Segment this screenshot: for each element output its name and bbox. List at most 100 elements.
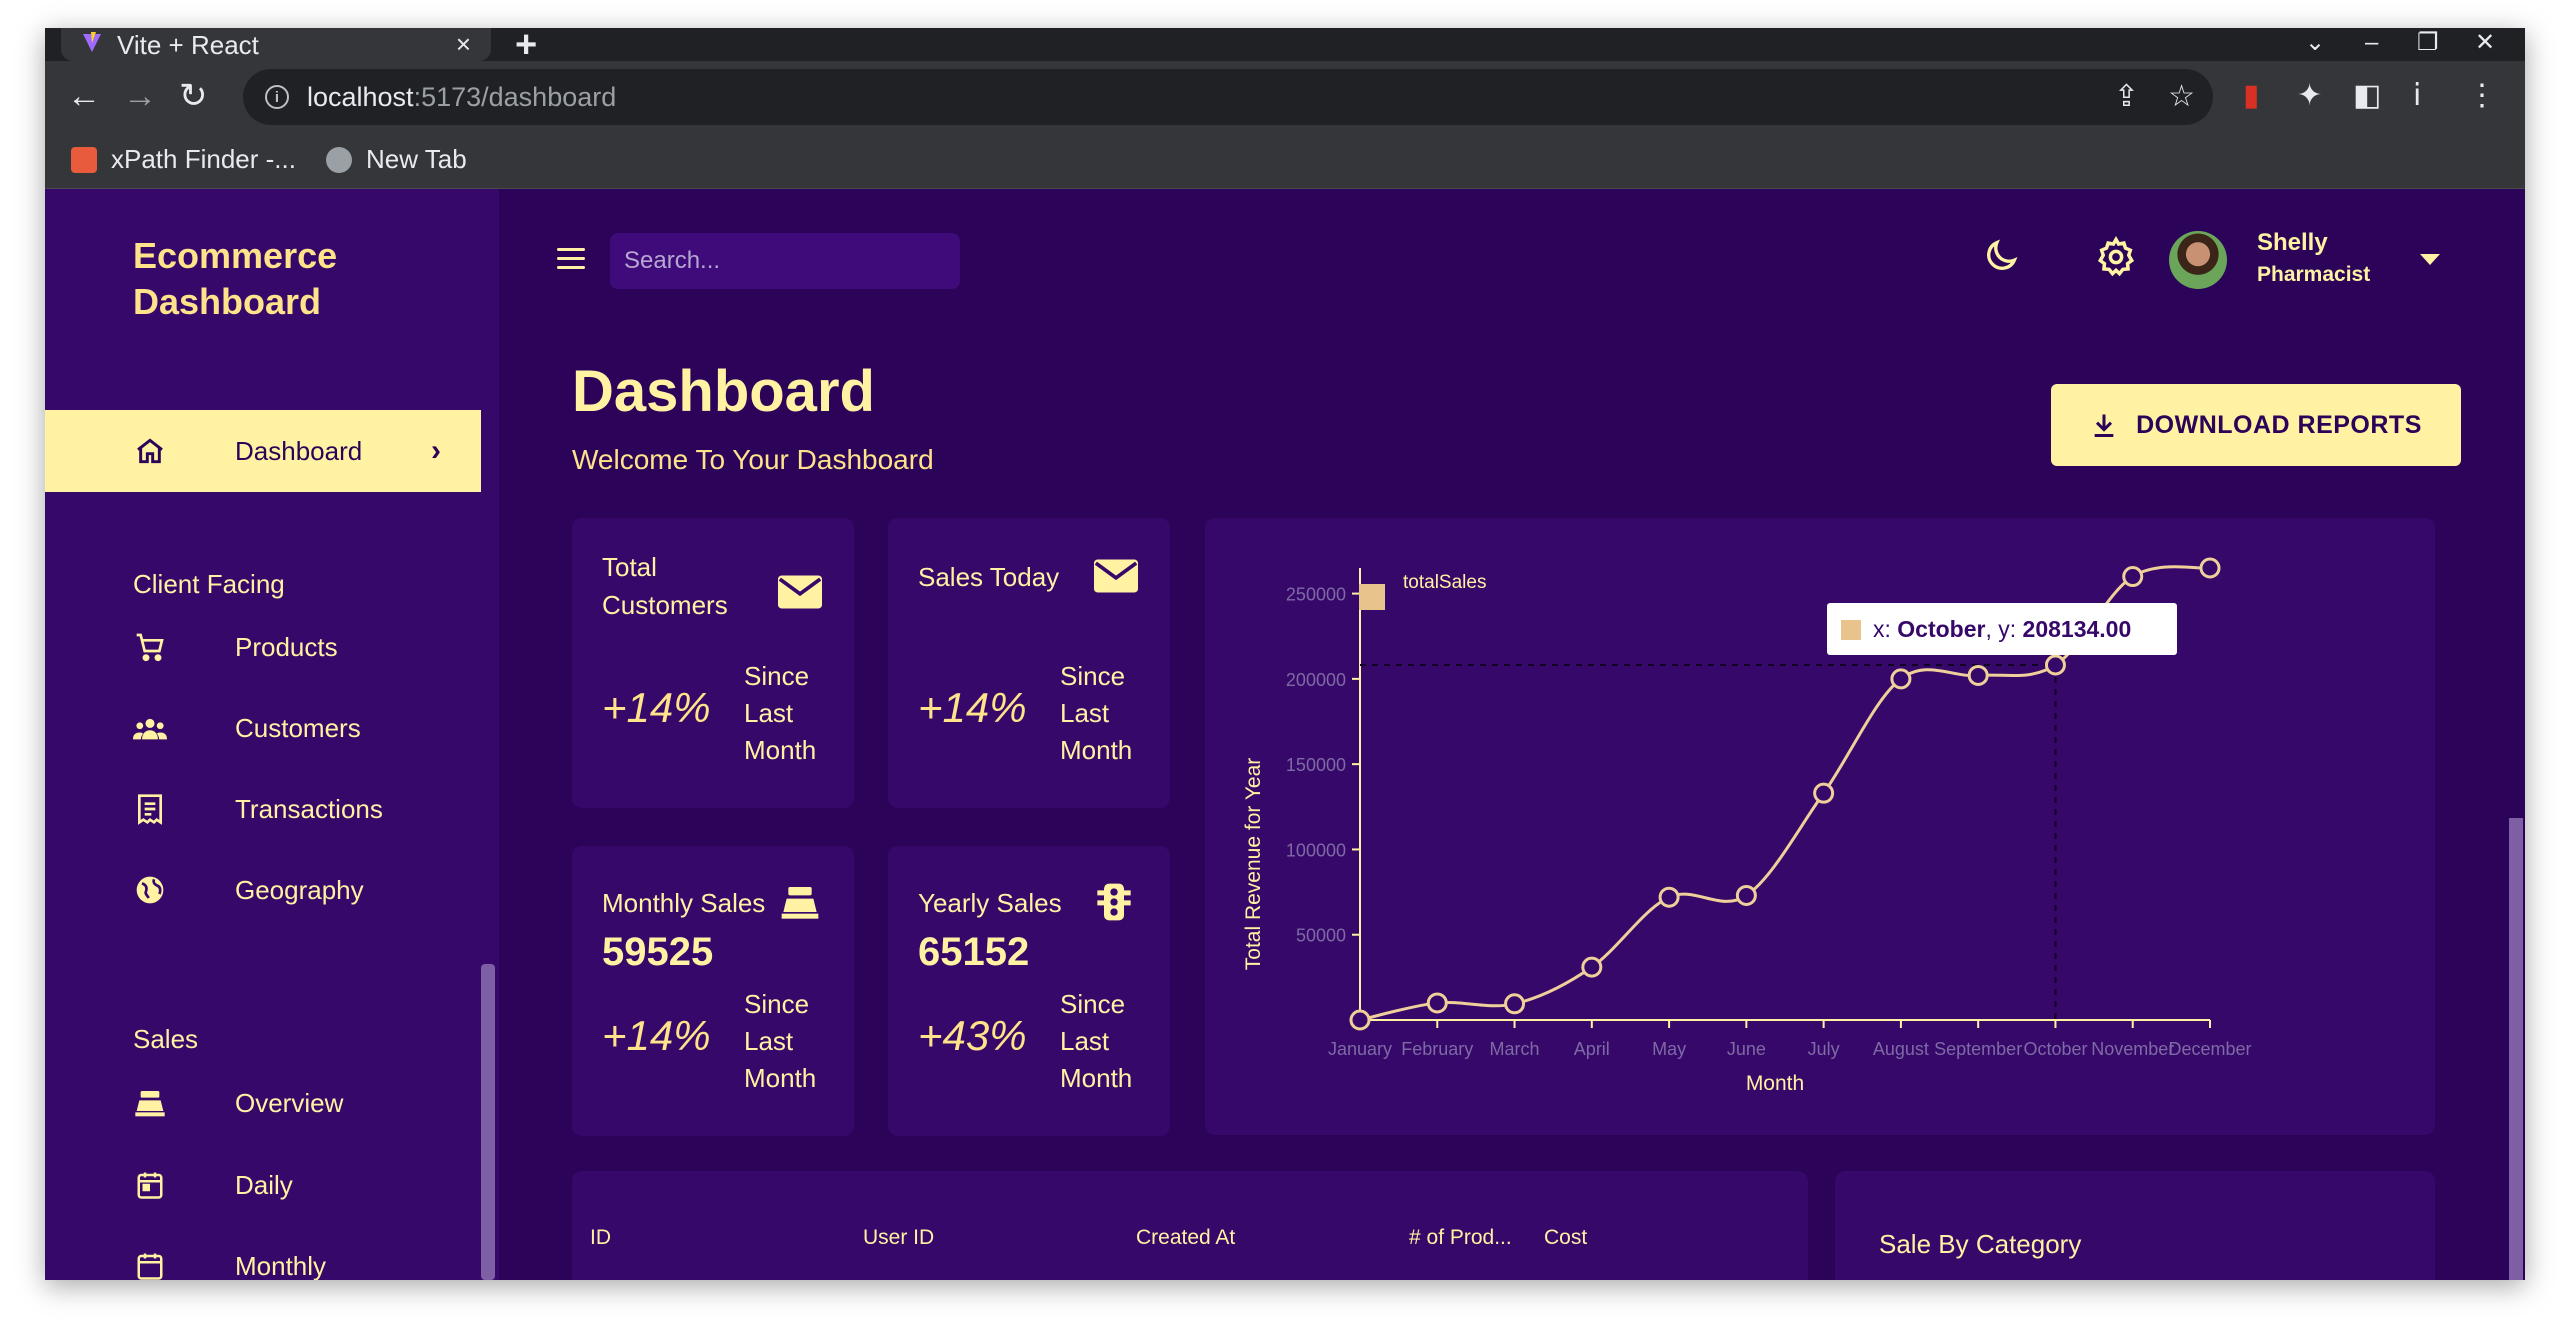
search-input[interactable]: Search...	[610, 233, 960, 289]
sidebar-item-dashboard[interactable]: Dashboard ›	[45, 410, 481, 492]
main-scrollbar[interactable]	[2509, 818, 2523, 1280]
side-panel-icon[interactable]: ◧	[2353, 81, 2381, 111]
x-axis-label: Month	[1746, 1072, 1804, 1095]
sidebar-item-label: Monthly	[235, 1250, 327, 1281]
since-line: Month	[744, 1063, 817, 1093]
data-point[interactable]	[1735, 884, 1757, 906]
tooltip-part: October	[1897, 616, 1985, 642]
tab-strip: Vite + React × + ⌄ – ❐ ✕	[45, 28, 2525, 66]
data-point[interactable]	[1658, 886, 1680, 908]
data-point[interactable]	[1426, 992, 1448, 1014]
sidebar-item-label: Customers	[235, 712, 361, 743]
browser-menu-icon[interactable]: ⋮	[2467, 81, 2497, 111]
minimize-icon[interactable]: –	[2365, 28, 2378, 58]
since-line: Month	[1060, 735, 1133, 765]
data-point[interactable]	[1504, 993, 1526, 1015]
dark-mode-icon[interactable]	[1981, 236, 2025, 280]
table-header-id[interactable]: ID	[590, 1226, 611, 1250]
stat-since: Since Last Month	[1060, 658, 1132, 769]
revenue-line-chart[interactable]: 50000 100000 150000 200000 250000 January Febr…	[1205, 518, 2435, 1135]
url-host: localhost	[307, 81, 414, 112]
user-role: Pharmacist	[2257, 263, 2371, 286]
x-tick-label: August	[1873, 1039, 1929, 1059]
stat-card-yearly-sales: Yearly Sales 65152 +43% Since Last Month	[888, 846, 1170, 1136]
since-line: Since	[1060, 989, 1126, 1019]
tooltip-part: , y:	[1985, 616, 2022, 642]
since-line: Since	[1060, 661, 1126, 691]
settings-gear-icon[interactable]	[2095, 235, 2139, 280]
stat-card-monthly-sales: Monthly Sales 59525 +14% Since Last Mont…	[572, 846, 854, 1136]
sidebar-item-label: Overview	[235, 1087, 344, 1118]
since-line: Last	[744, 698, 794, 728]
sidebar-item-transactions[interactable]: Transactions	[45, 779, 481, 839]
sidebar: Ecommerce Dashboard Dashboard › Client F…	[45, 189, 499, 1280]
xpath-finder-icon	[71, 146, 97, 173]
sidebar-item-monthly[interactable]: Monthly	[45, 1236, 481, 1280]
sidebar-item-daily[interactable]: Daily	[45, 1155, 481, 1215]
sidebar-item-customers[interactable]: Customers	[45, 698, 481, 758]
sidebar-item-overview[interactable]: Overview	[45, 1073, 481, 1133]
tooltip-part: x:	[1873, 616, 1897, 642]
y-tick-label: 200000	[1286, 670, 1346, 690]
back-icon[interactable]: ←	[67, 77, 101, 115]
home-icon	[133, 434, 167, 468]
extensions-icon[interactable]: ✦	[2297, 81, 2322, 111]
menu-icon[interactable]	[557, 248, 585, 270]
restore-icon[interactable]: ❐	[2417, 28, 2439, 58]
since-line: Last	[744, 1026, 794, 1056]
table-header-products[interactable]: # of Prod...	[1409, 1226, 1512, 1250]
table-header-user-id[interactable]: User ID	[863, 1226, 934, 1250]
stat-card-total-customers: Total Customers +14% Since Last Month	[572, 518, 854, 808]
sidebar-item-label: Daily	[235, 1169, 293, 1200]
sidebar-item-geography[interactable]: Geography	[45, 860, 481, 920]
data-point[interactable]	[1581, 956, 1603, 978]
table-header-cost[interactable]: Cost	[1544, 1226, 1587, 1250]
tab-title: Vite + React	[117, 29, 259, 60]
transactions-table: ID User ID Created At # of Prod... Cost	[572, 1171, 1808, 1280]
since-line: Month	[744, 735, 817, 765]
bookmark-xpath-finder[interactable]: xPath Finder -...	[71, 144, 296, 175]
stat-since: Since Last Month	[744, 986, 816, 1097]
page-subtitle: Welcome To Your Dashboard	[572, 444, 934, 475]
since-line: Since	[744, 989, 810, 1019]
mail-icon	[778, 574, 822, 614]
traffic-icon	[1094, 882, 1138, 922]
browser-tab[interactable]: Vite + React ×	[61, 28, 491, 61]
sidebar-item-products[interactable]: Products	[45, 617, 481, 677]
close-window-icon[interactable]: ✕	[2475, 28, 2495, 58]
profile-icon[interactable]: ⅰ	[2413, 81, 2421, 111]
stat-percent: +14%	[918, 684, 1027, 731]
sidebar-scrollbar[interactable]	[481, 964, 495, 1280]
address-bar[interactable]: i localhost:5173/dashboard ⇪ ☆	[243, 69, 2213, 125]
data-point[interactable]	[2199, 557, 2221, 579]
page-title: Dashboard	[572, 359, 875, 424]
share-icon[interactable]: ⇪	[2114, 79, 2139, 114]
bookmark-new-tab[interactable]: New Tab	[325, 144, 467, 175]
stat-title: Total Customers	[602, 548, 728, 624]
bookmark-star-icon[interactable]: ☆	[2168, 79, 2195, 114]
data-point[interactable]	[2044, 654, 2066, 676]
table-header-created-at[interactable]: Created At	[1136, 1226, 1235, 1250]
reload-icon[interactable]: ↻	[179, 77, 208, 115]
site-info-icon[interactable]: i	[265, 85, 289, 109]
download-reports-button[interactable]: DOWNLOAD REPORTS	[2051, 384, 2461, 466]
caret-down-icon[interactable]	[2420, 254, 2440, 265]
data-point[interactable]	[1813, 782, 1835, 804]
x-tick-label: January	[1328, 1039, 1392, 1059]
stat-value: 65152	[918, 930, 1030, 974]
data-point[interactable]	[1967, 664, 1989, 686]
data-point[interactable]	[2122, 566, 2144, 588]
x-tick-label: October	[2023, 1039, 2087, 1059]
data-point[interactable]	[1890, 668, 1912, 690]
data-point[interactable]	[1349, 1009, 1371, 1031]
stat-percent: +14%	[602, 684, 711, 731]
pdf-extension-icon[interactable]: ▮	[2243, 81, 2260, 111]
tab-search-icon[interactable]: ⌄	[2305, 28, 2325, 58]
tooltip-text: x: October, y: 208134.00	[1873, 616, 2131, 642]
forward-icon[interactable]: →	[123, 77, 157, 115]
calendar-month-icon	[133, 1249, 167, 1280]
stat-value: 59525	[602, 930, 714, 974]
stat-title: Sales Today	[918, 562, 1060, 592]
tab-close-icon[interactable]: ×	[456, 29, 471, 60]
avatar[interactable]	[2169, 231, 2227, 289]
